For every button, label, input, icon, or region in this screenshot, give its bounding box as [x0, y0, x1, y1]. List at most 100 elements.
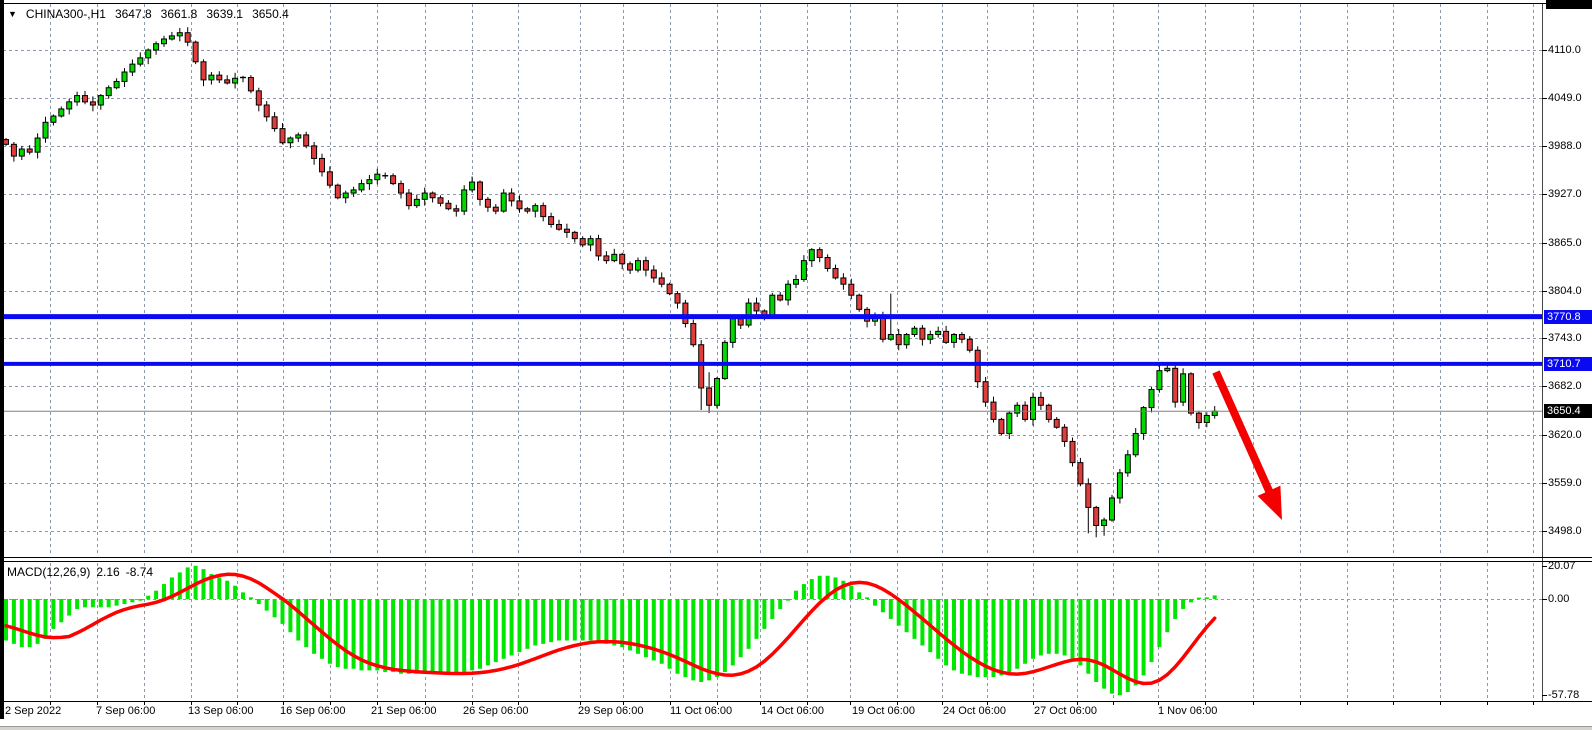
chart-window: ▼CHINA300-,H13647.83661.83639.13650.4 MA… — [0, 0, 1592, 730]
candle-body — [786, 284, 791, 300]
candle-body — [857, 295, 862, 309]
macd-histogram-bar — [810, 579, 814, 599]
macd-histogram-bar — [873, 599, 877, 606]
chart-canvas[interactable] — [0, 0, 1592, 730]
symbol-dropdown-icon[interactable]: ▼ — [8, 9, 17, 19]
macd-axis-label: 0.00 — [1548, 593, 1569, 605]
macd-histogram-bar — [715, 599, 719, 677]
window-top-border — [0, 3, 1592, 4]
candle-body — [130, 64, 135, 72]
candle-body — [920, 328, 925, 339]
time-axis-label: 7 Sep 06:00 — [96, 705, 155, 717]
macd-histogram-bar — [565, 599, 569, 641]
candle-body — [691, 324, 696, 345]
macd-histogram-bar — [525, 599, 529, 649]
macd-histogram-bar — [683, 599, 687, 677]
candle-body — [177, 33, 182, 36]
macd-histogram-bar — [541, 599, 545, 644]
macd-histogram-bar — [691, 599, 695, 680]
candle-body — [959, 335, 964, 340]
macd-histogram-bar — [533, 599, 537, 645]
candle-body — [651, 270, 656, 278]
macd-histogram-bar — [857, 592, 861, 599]
macd-histogram-bar — [992, 599, 996, 677]
candle-body — [667, 284, 672, 293]
macd-histogram-bar — [91, 599, 95, 607]
candle-body — [825, 257, 830, 268]
macd-histogram-bar — [510, 599, 514, 655]
time-axis-label: 14 Oct 06:00 — [761, 705, 824, 717]
macd-histogram-bar — [257, 599, 261, 604]
candle-body — [264, 105, 269, 117]
candle-body — [659, 278, 664, 284]
macd-histogram-bar — [1086, 599, 1090, 674]
macd-histogram-bar — [897, 599, 901, 626]
price-axis-label: 3743.0 — [1548, 332, 1582, 344]
candle-body — [557, 224, 562, 229]
macd-histogram-bar — [620, 599, 624, 647]
candle-body — [169, 36, 174, 39]
time-axis-label: 24 Oct 06:00 — [943, 705, 1006, 717]
candle-body — [1133, 434, 1138, 455]
macd-axis-label: -57.78 — [1548, 689, 1579, 701]
candle-body — [754, 303, 759, 311]
candle-body — [1125, 455, 1130, 473]
price-axis-label: 3927.0 — [1548, 188, 1582, 200]
window-corner-block — [1546, 0, 1592, 9]
macd-histogram-bar — [344, 599, 348, 669]
macd-histogram-bar — [1015, 599, 1019, 669]
macd-histogram-bar — [130, 599, 134, 602]
macd-histogram-bar — [454, 599, 458, 674]
price-axis-label: 3682.0 — [1548, 380, 1582, 392]
time-axis-label: 2 Sep 2022 — [5, 705, 61, 717]
macd-histogram-bar — [391, 599, 395, 672]
price-axis-label: 4110.0 — [1548, 44, 1581, 56]
macd-histogram-bar — [186, 567, 190, 599]
macd-histogram-bar — [786, 599, 790, 601]
candle-body — [1015, 405, 1020, 413]
macd-histogram-bar — [739, 599, 743, 657]
macd-histogram-bar — [202, 569, 206, 599]
candle-body — [296, 135, 301, 138]
candle-body — [1212, 411, 1217, 415]
candle-body — [43, 122, 48, 138]
macd-histogram-bar — [770, 599, 774, 619]
candle-body — [596, 239, 601, 256]
macd-histogram-bar — [273, 599, 277, 617]
macd-histogram-bar — [336, 599, 340, 667]
candle-body — [375, 174, 380, 180]
candle-body — [217, 75, 222, 80]
candle-body — [928, 335, 933, 340]
trend-arrow-head — [1258, 486, 1282, 520]
candle-body — [320, 158, 325, 171]
current-price-badge: 3650.4 — [1544, 404, 1592, 418]
macd-histogram-bar — [123, 599, 127, 604]
candle-body — [1189, 374, 1194, 413]
candle-body — [794, 279, 799, 284]
macd-histogram-bar — [557, 599, 561, 641]
candle-body — [1196, 413, 1201, 422]
candle-body — [880, 316, 885, 340]
candle-body — [738, 319, 743, 325]
candle-body — [888, 335, 893, 340]
candle-body — [83, 96, 88, 102]
macd-histogram-bar — [1189, 599, 1193, 602]
candle-body — [280, 129, 285, 143]
macd-histogram-bar — [304, 599, 308, 647]
macd-histogram-bar — [75, 599, 79, 609]
time-axis-label: 19 Oct 06:00 — [852, 705, 915, 717]
candle-body — [817, 250, 822, 258]
macd-histogram-bar — [1007, 599, 1011, 672]
candle-body — [904, 335, 909, 345]
macd-histogram-bar — [1150, 599, 1154, 662]
ohlc-open: 3647.8 — [115, 7, 152, 21]
candle-body — [1054, 419, 1059, 427]
candle-body — [999, 419, 1004, 433]
macd-histogram-bar — [1071, 599, 1075, 659]
macd-histogram-bar — [849, 586, 853, 599]
macd-histogram-bar — [518, 599, 522, 652]
candle-body — [304, 135, 309, 146]
candle-body — [454, 209, 459, 211]
macd-histogram-bar — [502, 599, 506, 659]
candle-body — [75, 96, 80, 102]
